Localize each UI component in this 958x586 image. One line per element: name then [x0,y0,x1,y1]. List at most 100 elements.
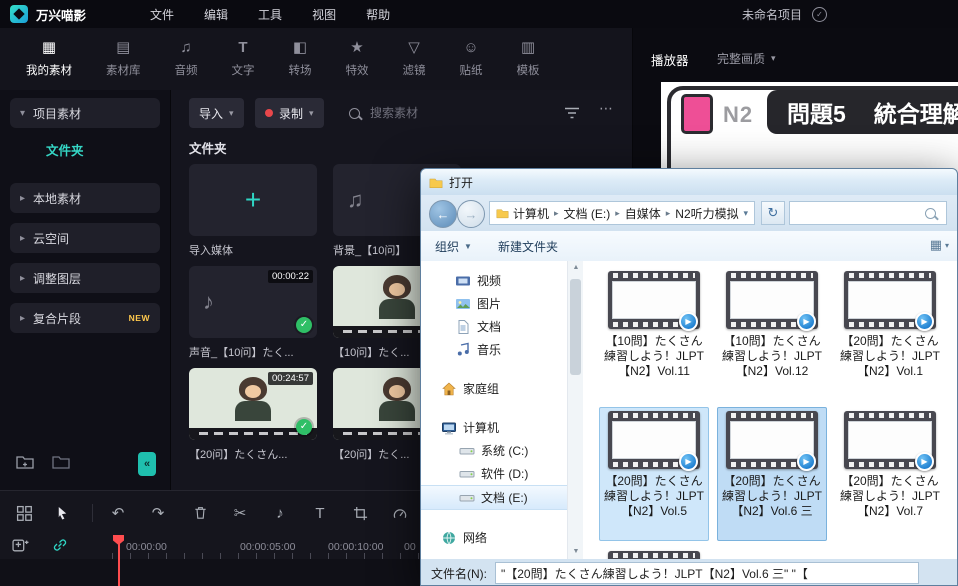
media-item[interactable]: 00:24:57 ✓ [189,368,317,440]
add-folder-button[interactable] [16,454,34,470]
track-manage-icon[interactable] [14,503,34,523]
file-item[interactable]: ▶ 【20問】たくさん練習しよう！JLPT【N2】Vol.1 [835,267,945,401]
forward-button[interactable]: → [457,200,485,228]
collapse-sidebar-button[interactable]: « [138,452,156,476]
redo-button[interactable]: ↷ [148,503,168,523]
filename-label: 文件名(N): [431,565,487,582]
dialog-title-bar: 打开 [421,169,957,195]
video-thumbnail: ▶ [608,411,700,469]
folder-icon[interactable] [52,454,70,470]
filter-icon[interactable] [563,105,581,121]
file-name: 【20問】たくさん練習しよう！JLPT【N2】Vol.7 [836,474,944,519]
breadcrumb-segment[interactable]: 计算机 [513,205,549,222]
sidebar-item-project-media[interactable]: ▾ 项目素材 [10,98,160,128]
tree-item-homegroup[interactable]: 家庭组 [421,377,567,400]
filename-input[interactable] [495,562,919,584]
dialog-toolbar: 组织 ▼ 新建文件夹 [421,231,957,262]
add-track-button[interactable] [12,537,30,555]
scroll-down-icon[interactable]: ▼ [568,545,584,559]
menu-items: 文件 编辑 工具 视图 帮助 [150,6,390,23]
file-item[interactable]: ▶ 【20問】たくさん練習しよう！JLPT【N2】Vol.7 [835,407,945,541]
file-name: 【10問】たくさん練習しよう！JLPT【N2】Vol.11 [600,334,708,379]
scrollbar-thumb[interactable] [570,279,581,375]
import-media-tile[interactable]: + [189,164,317,236]
speed-button[interactable] [390,503,410,523]
tree-item-music[interactable]: 音乐 [421,338,567,361]
tab-text[interactable]: T 文字 [232,40,255,78]
tree-item-drive-c[interactable]: 系统 (C:) [421,439,567,462]
record-icon [265,109,273,117]
tab-my-media[interactable]: ▦ 我的素材 [26,40,72,78]
text-tool-icon[interactable]: T [310,503,330,523]
tree-item-videos[interactable]: 视频 [421,269,567,292]
new-folder-button[interactable]: 新建文件夹 [498,238,558,255]
organize-button[interactable]: 组织 ▼ [435,238,472,255]
crop-button[interactable] [350,503,370,523]
link-toggle-icon[interactable] [52,537,70,555]
audio-tool-icon[interactable]: ♪ [270,503,290,523]
tree-item-network[interactable]: 网络 [421,526,567,549]
sidebar-item-cloud[interactable]: ▸ 云空间 [10,223,160,253]
undo-button[interactable]: ↶ [108,503,128,523]
tree-scrollbar[interactable]: ▲ ▼ [567,261,583,559]
tree-item-pictures[interactable]: 图片 [421,292,567,315]
play-badge-icon: ▶ [797,312,816,331]
play-badge-icon: ▶ [797,452,816,471]
pointer-tool-icon[interactable] [52,503,72,523]
split-button[interactable]: ✂ [230,503,250,523]
tab-stickers[interactable]: ☺ 贴纸 [460,40,483,78]
tree-item-drive-d[interactable]: 软件 (D:) [421,462,567,485]
chevron-down-icon: ▼ [464,242,472,251]
file-item[interactable] [599,547,709,559]
my-media-icon: ▦ [42,40,56,56]
delete-button[interactable] [190,503,210,523]
menu-tools[interactable]: 工具 [258,6,282,23]
back-button[interactable]: ← [429,200,457,228]
breadcrumb-segment[interactable]: 文档 (E:) [564,205,611,222]
refresh-button[interactable]: ↻ [761,201,785,225]
history-dropdown-icon[interactable]: ▾ [743,208,748,219]
quality-dropdown[interactable]: 完整画质 ▾ [717,50,776,67]
dialog-title: 打开 [449,174,473,191]
scroll-up-icon[interactable]: ▲ [568,261,584,275]
dialog-search-input[interactable] [794,204,926,224]
tab-templates[interactable]: ▥ 模板 [517,40,540,78]
time-label: 00 [404,541,416,553]
file-name: 【20問】たくさん練習しよう！JLPT【N2】Vol.1 [836,334,944,379]
file-item[interactable]: ▶ 【20問】たくさん練習しよう！JLPT【N2】Vol.6 三 [717,407,827,541]
sidebar-item-adjustment-layer[interactable]: ▸ 调整图层 [10,263,160,293]
media-item[interactable]: ♪ 00:00:22 ✓ [189,266,317,338]
video-thumbnail: ▶ [726,411,818,469]
breadcrumb-segment[interactable]: 自媒体 [625,205,661,222]
record-button[interactable]: 录制 ▾ [255,98,324,128]
breadcrumb-segment[interactable]: N2听力模拟 [675,205,738,222]
tab-effects[interactable]: ★ 特效 [346,40,369,78]
player-title: 播放器 [651,50,689,69]
menu-view[interactable]: 视图 [312,6,336,23]
play-badge-icon: ▶ [679,312,698,331]
file-item[interactable]: ▶ 【10問】たくさん練習しよう！JLPT【N2】Vol.11 [599,267,709,401]
sidebar-item-compound-clip[interactable]: ▸ 复合片段 NEW [10,303,160,333]
folder-icon [496,207,509,219]
project-name: 未命名项目 [742,6,802,23]
view-options-icon[interactable]: ▦ ▾ [930,237,949,253]
tree-item-documents[interactable]: 文档 [421,315,567,338]
tree-item-drive-e[interactable]: 文档 (E:) [421,485,567,510]
file-item[interactable]: ▶ 【20問】たくさん練習しよう！JLPT【N2】Vol.5 [599,407,709,541]
chevron-down-icon: ▾ [229,108,234,119]
chevron-down-icon: ▾ [771,53,776,64]
sidebar-item-local-media[interactable]: ▸ 本地素材 [10,183,160,213]
search-input[interactable] [368,105,522,121]
file-item[interactable]: ▶ 【10問】たくさん練習しよう！JLPT【N2】Vol.12 [717,267,827,401]
more-options-icon[interactable]: ⋯ [599,100,613,117]
menu-help[interactable]: 帮助 [366,6,390,23]
tab-transition[interactable]: ◧ 转场 [289,40,312,78]
tab-stock-media[interactable]: ▤ 素材库 [106,40,141,78]
menu-file[interactable]: 文件 [150,6,174,23]
sidebar-item-folder[interactable]: 文件夹 [46,140,84,159]
menu-edit[interactable]: 编辑 [204,6,228,23]
import-button[interactable]: 导入 ▾ [189,98,244,128]
tab-filters[interactable]: ▽ 滤镜 [403,40,426,78]
tab-audio[interactable]: ♫ 音频 [175,40,198,78]
tree-item-computer[interactable]: 计算机 [421,416,567,439]
